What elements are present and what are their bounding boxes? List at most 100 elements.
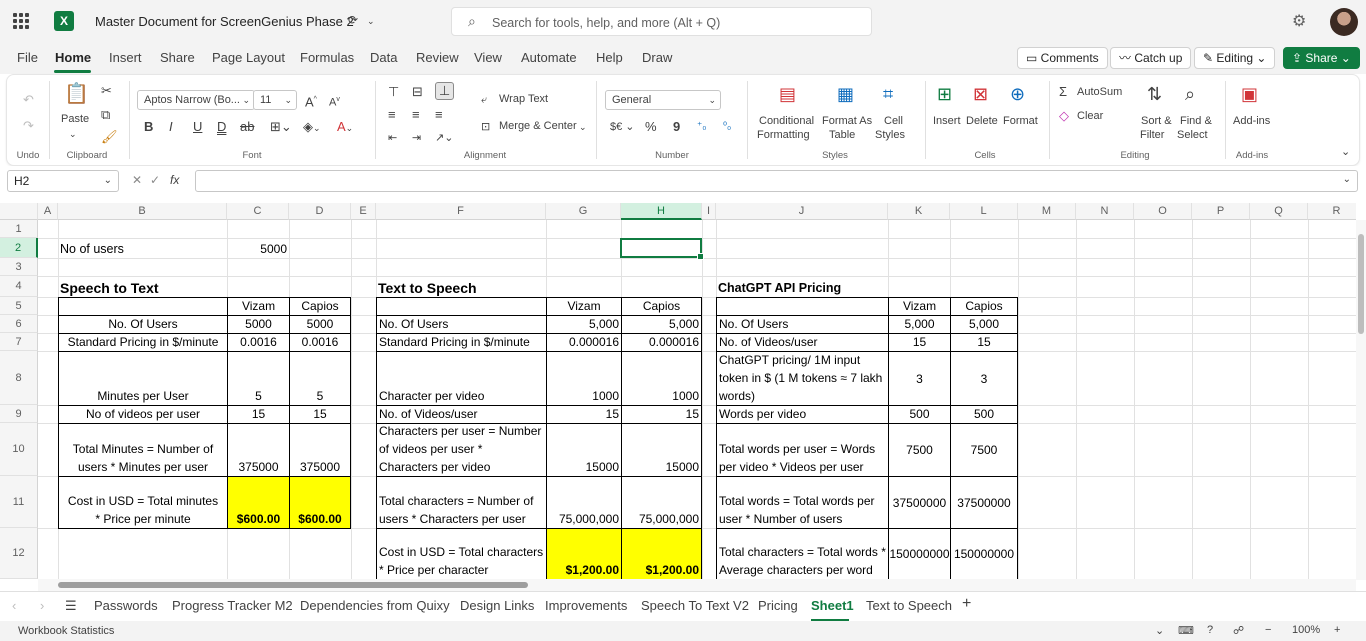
cell-l12[interactable]: 150000000 — [950, 528, 1018, 579]
select-all-corner[interactable] — [0, 203, 38, 220]
decrease-decimal-icon[interactable]: ⁰₀ — [723, 120, 731, 134]
cell-d8[interactable]: 5 — [289, 351, 351, 406]
align-center-icon[interactable]: ≡ — [412, 108, 420, 122]
prev-sheet-icon[interactable]: ‹ — [12, 598, 16, 613]
title-chevron-down-icon[interactable]: ⌄ — [367, 16, 375, 27]
sort-filter-label-2[interactable]: Filter — [1140, 129, 1164, 142]
cell-f6[interactable]: No. Of Users — [376, 315, 547, 334]
cell-k5[interactable]: Vizam — [888, 297, 951, 316]
sort-filter-label-1[interactable]: Sort & — [1141, 115, 1172, 128]
cell-d7[interactable]: 0.0016 — [289, 333, 351, 352]
cell-h11[interactable]: 75,000,000 — [621, 476, 702, 529]
column-header-k[interactable]: K — [888, 203, 950, 220]
percent-icon[interactable]: % — [645, 120, 657, 134]
tab-page-layout[interactable]: Page Layout — [212, 50, 285, 65]
autosum-icon[interactable]: Σ — [1059, 85, 1067, 99]
font-color-icon[interactable]: A⌄ — [337, 120, 353, 135]
copy-icon[interactable]: ⧉ — [101, 108, 110, 122]
decrease-indent-icon[interactable]: ⇤ — [388, 131, 397, 145]
cell-b5[interactable] — [58, 297, 228, 316]
column-header-q[interactable]: Q — [1250, 203, 1308, 220]
selected-cell-h2[interactable] — [620, 238, 704, 260]
cell-b6[interactable]: No. Of Users — [58, 315, 228, 334]
avatar[interactable] — [1330, 8, 1358, 36]
row-header-7[interactable]: 7 — [0, 333, 38, 351]
row-header-12[interactable]: 12 — [0, 528, 38, 579]
cell-j9[interactable]: Words per video — [716, 405, 889, 424]
feedback-icon[interactable]: ☍ — [1233, 624, 1244, 637]
share-button[interactable]: ⇪ Share ⌄ — [1283, 47, 1360, 69]
format-as-table-label-1[interactable]: Format As — [822, 115, 872, 128]
cell-d9[interactable]: 15 — [289, 405, 351, 424]
merge-center-button[interactable]: Merge & Center — [499, 120, 577, 133]
format-painter-icon[interactable]: 🖌 — [101, 130, 118, 144]
row-header-6[interactable]: 6 — [0, 315, 38, 333]
clear-icon[interactable]: ◇ — [1059, 109, 1069, 123]
paste-chevron-icon[interactable]: ⌄ — [69, 127, 77, 141]
cell-c7[interactable]: 0.0016 — [227, 333, 290, 352]
cell-h10[interactable]: 15000 — [621, 423, 702, 477]
cell-l5[interactable]: Capios — [950, 297, 1018, 316]
tab-automate[interactable]: Automate — [521, 50, 577, 65]
document-title[interactable]: Master Document for ScreenGenius Phase 2 — [95, 14, 354, 29]
row-header-2[interactable]: 2 — [0, 238, 38, 258]
format-cells-label[interactable]: Format — [1003, 115, 1038, 128]
cell-j8[interactable]: ChatGPT pricing/ 1M input token in $ (1 … — [716, 351, 889, 406]
cell-j11[interactable]: Total words = Total words per user * Num… — [716, 476, 889, 529]
borders-icon[interactable]: ⊞⌄ — [270, 120, 292, 134]
underline-icon[interactable]: U — [193, 120, 202, 134]
cell-c11[interactable]: $600.00 — [227, 476, 290, 529]
cell-c5[interactable]: Vizam — [227, 297, 290, 316]
column-header-o[interactable]: O — [1134, 203, 1192, 220]
double-underline-icon[interactable]: D — [217, 120, 226, 134]
cell-l7[interactable]: 15 — [950, 333, 1018, 352]
sort-filter-icon[interactable]: ⇅ — [1147, 85, 1162, 103]
column-header-j[interactable]: J — [716, 203, 888, 220]
format-cells-icon[interactable]: ⊕ — [1010, 85, 1025, 103]
cell-j10[interactable]: Total words per user = Words per video *… — [716, 423, 889, 477]
zoom-level[interactable]: 100% — [1292, 624, 1320, 636]
cell-l11[interactable]: 37500000 — [950, 476, 1018, 529]
bold-icon[interactable]: B — [144, 120, 153, 134]
cell-j4[interactable]: ChatGPT API Pricing — [716, 276, 888, 297]
orientation-icon[interactable]: ↗⌄ — [435, 131, 453, 145]
align-right-icon[interactable]: ≡ — [435, 108, 443, 122]
sheet-tab-pricing[interactable]: Pricing — [758, 598, 798, 613]
row-header-5[interactable]: 5 — [0, 297, 38, 315]
italic-icon[interactable]: I — [169, 120, 173, 134]
comma-icon[interactable]: 9 — [673, 120, 680, 134]
column-header-f[interactable]: F — [376, 203, 546, 220]
wrap-text-icon[interactable]: ⤶ — [481, 93, 487, 107]
increase-indent-icon[interactable]: ⇥ — [412, 131, 421, 145]
tab-draw[interactable]: Draw — [642, 50, 672, 65]
cell-g5[interactable]: Vizam — [546, 297, 622, 316]
insert-function-icon[interactable]: fx — [170, 173, 179, 187]
delete-cells-label[interactable]: Delete — [966, 115, 998, 128]
confirm-icon[interactable]: ✓ — [150, 173, 160, 187]
zoom-in-icon[interactable]: + — [1334, 624, 1340, 636]
chevron-down-icon[interactable]: ⌄ — [579, 120, 587, 134]
align-left-icon[interactable]: ≡ — [388, 108, 396, 122]
row-header-1[interactable]: 1 — [0, 220, 38, 238]
column-header-m[interactable]: M — [1018, 203, 1076, 220]
add-sheet-icon[interactable]: + — [962, 595, 971, 613]
cell-d5[interactable]: Capios — [289, 297, 351, 316]
number-format-select[interactable]: General ⌄ — [605, 90, 721, 110]
cell-b8[interactable]: Minutes per User — [58, 351, 228, 406]
cell-g9[interactable]: 15 — [546, 405, 622, 424]
zoom-out-icon[interactable]: − — [1265, 624, 1271, 636]
column-header-r[interactable]: R — [1308, 203, 1356, 220]
cell-j12[interactable]: Total characters = Total words * Average… — [716, 528, 889, 579]
increase-font-icon[interactable]: A^ — [305, 93, 317, 109]
sheet-tab-passwords[interactable]: Passwords — [94, 598, 158, 613]
column-header-c[interactable]: C — [227, 203, 289, 220]
column-header-h[interactable]: H — [621, 203, 702, 220]
horizontal-scroll-thumb[interactable] — [58, 582, 528, 588]
chevron-down-icon[interactable]: ⌄ — [1155, 624, 1164, 637]
formula-input[interactable]: ⌄ — [195, 170, 1358, 192]
column-header-n[interactable]: N — [1076, 203, 1134, 220]
cell-h7[interactable]: 0.000016 — [621, 333, 702, 352]
cell-k10[interactable]: 7500 — [888, 423, 951, 477]
cell-f11[interactable]: Total characters = Number of users * Cha… — [376, 476, 547, 529]
cell-k11[interactable]: 37500000 — [888, 476, 951, 529]
